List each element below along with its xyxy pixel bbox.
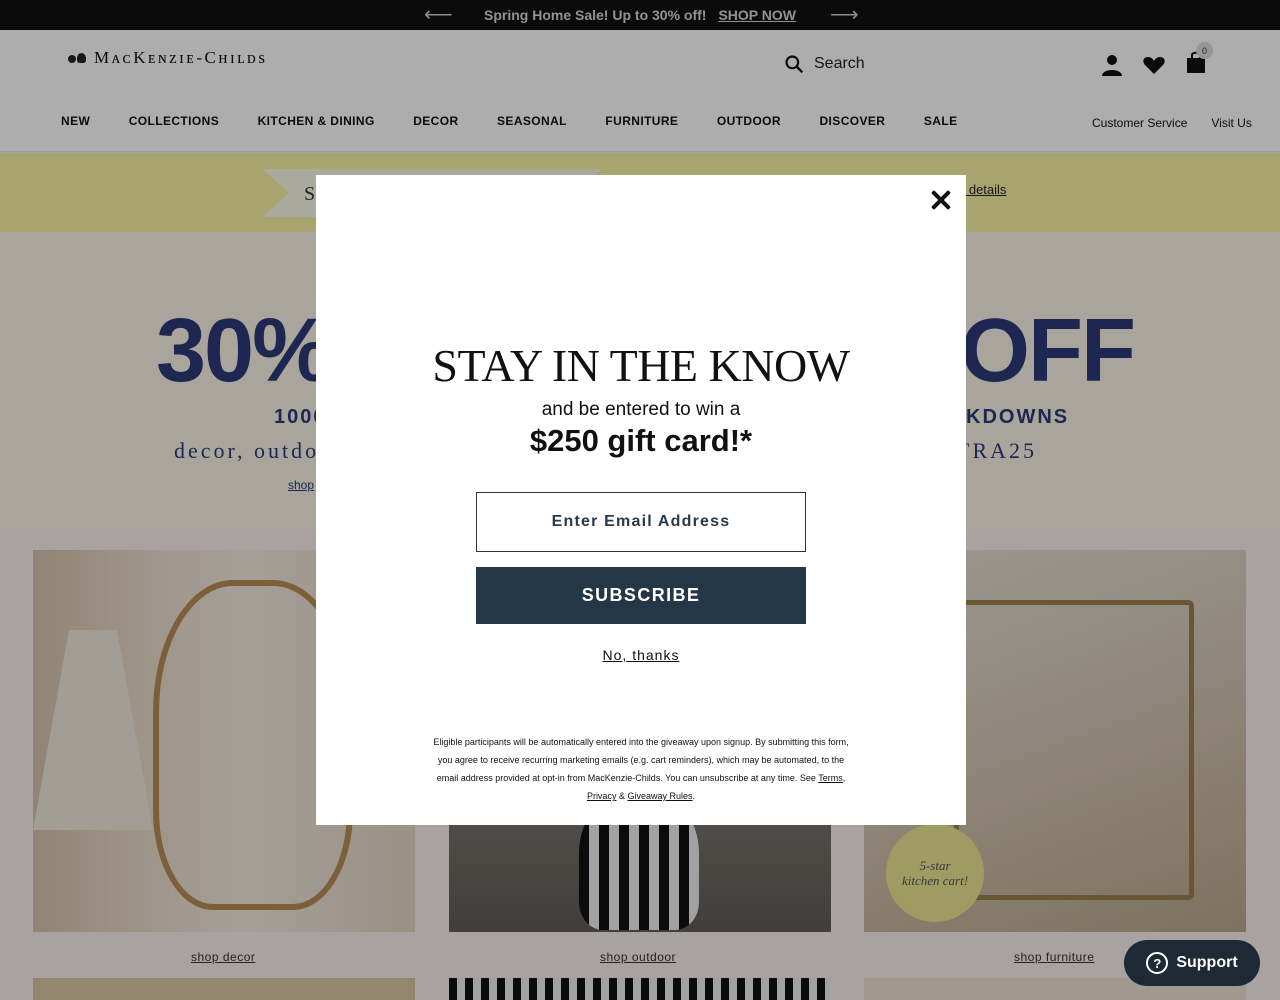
fine-print-comma: ,: [842, 773, 846, 783]
newsletter-modal: STAY IN THE KNOW and be entered to win a…: [316, 175, 966, 825]
modal-headline: STAY IN THE KNOW: [432, 340, 850, 391]
fine-print-text: Eligible participants will be automatica…: [433, 737, 849, 783]
privacy-link[interactable]: Privacy: [587, 791, 617, 801]
modal-gift-card-offer: $250 gift card!*: [529, 423, 753, 458]
no-thanks-link[interactable]: No, thanks: [603, 647, 680, 663]
close-icon[interactable]: [930, 189, 952, 211]
help-question-icon: ?: [1146, 952, 1169, 974]
email-field[interactable]: [476, 492, 806, 552]
support-button[interactable]: ? Support: [1124, 940, 1260, 986]
fine-print: Eligible participants will be automatica…: [431, 733, 851, 805]
subscribe-button[interactable]: SUBSCRIBE: [476, 567, 806, 624]
terms-link[interactable]: Terms: [818, 773, 843, 783]
giveaway-rules-link[interactable]: Giveaway Rules: [628, 791, 693, 801]
support-label: Support: [1176, 954, 1238, 971]
fine-print-amp: &: [618, 791, 625, 801]
no-thanks-wrap: No, thanks: [316, 647, 966, 663]
fine-print-period: .: [692, 791, 696, 801]
modal-subline: and be entered to win a: [541, 399, 741, 420]
